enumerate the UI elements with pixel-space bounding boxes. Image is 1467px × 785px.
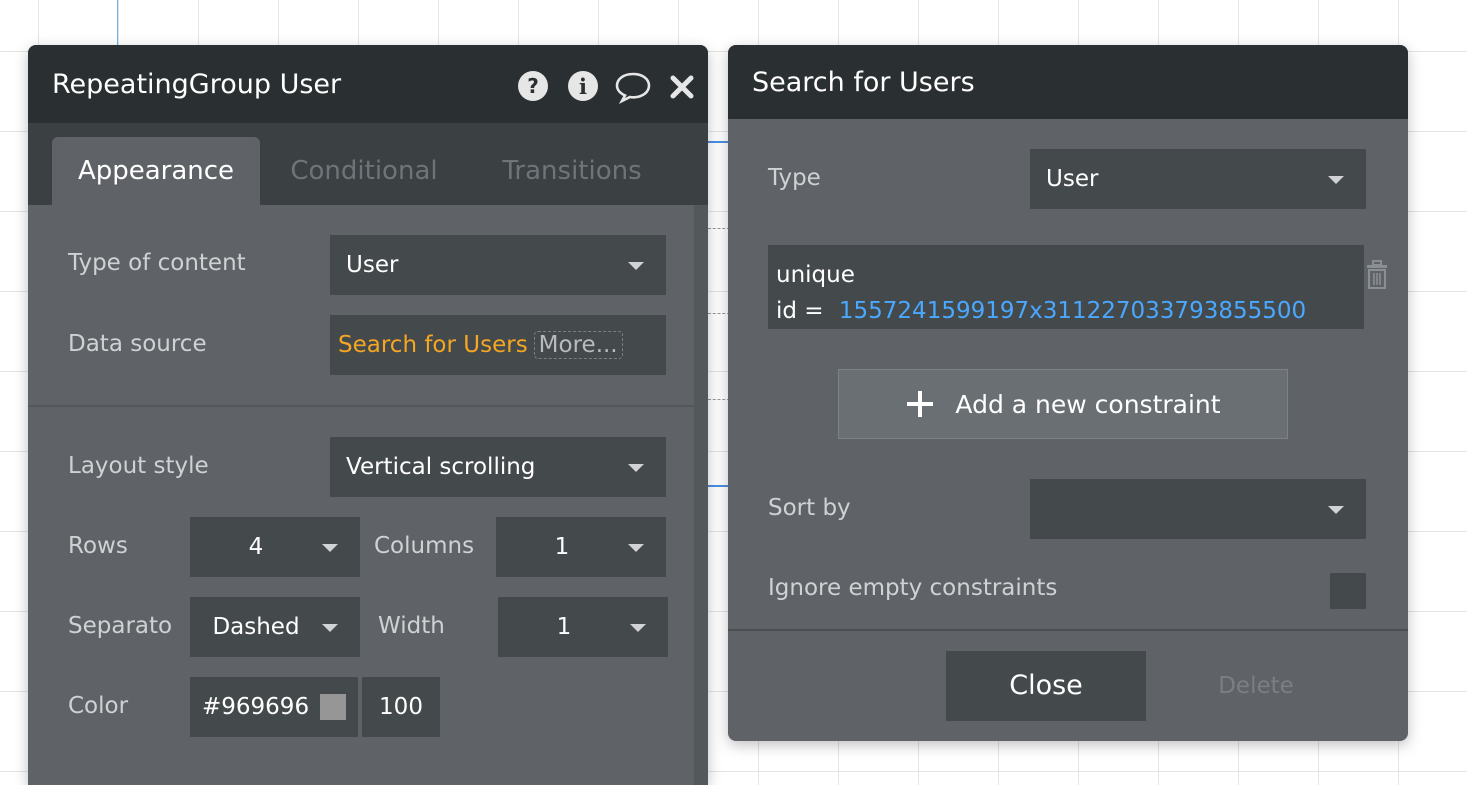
comment-icon[interactable] [614,69,652,105]
separator-dropdown[interactable]: Dashed [190,597,360,657]
color-hex-value: #969696 [202,694,310,720]
question-icon[interactable]: ? [516,69,550,103]
svg-text:?: ? [527,74,539,98]
chevron-down-icon [628,544,644,552]
data-source-expression[interactable]: Search for Users [338,332,528,358]
canvas-dashed-mark [708,228,730,229]
chevron-down-icon [630,624,646,632]
constraint-condition: id = 1557241599197x311227033793855500 [776,293,1356,329]
chevron-down-icon [1328,506,1344,514]
type-of-content-value: User [346,252,399,278]
color-hex-input[interactable]: #969696 [190,677,358,737]
width-dropdown[interactable]: 1 [498,597,668,657]
chevron-down-icon [1328,176,1344,184]
columns-value: 1 [554,534,570,560]
more-button[interactable]: More... [533,331,623,359]
section-divider [28,405,694,407]
panel-title: RepeatingGroup User [52,68,342,100]
close-icon[interactable] [666,71,698,103]
add-constraint-label: Add a new constraint [955,389,1221,419]
width-label: Width [378,613,445,639]
tab-conditional[interactable]: Conditional [280,137,448,205]
constraint-operator[interactable]: id = [776,298,824,324]
ignore-empty-checkbox[interactable] [1330,573,1366,609]
search-editor-header[interactable]: Search for Users [728,45,1408,119]
info-icon[interactable]: i [566,69,600,103]
panel-scrollbar[interactable] [694,205,708,785]
svg-text:i: i [579,74,587,99]
property-tabs: Appearance Conditional Transitions [28,123,708,205]
chevron-down-icon [322,624,338,632]
chevron-down-icon [628,464,644,472]
search-type-value: User [1046,166,1099,192]
search-type-dropdown[interactable]: User [1030,149,1366,209]
canvas-dashed-mark [708,313,730,314]
layout-style-value: Vertical scrolling [346,454,536,480]
search-type-label: Type [768,165,821,191]
ignore-empty-label: Ignore empty constraints [768,575,1058,601]
layout-style-label: Layout style [68,453,209,479]
canvas-guide-line [117,0,118,46]
close-button[interactable]: Close [946,651,1146,721]
rows-label: Rows [68,533,128,559]
rows-value: 4 [248,534,264,560]
delete-button[interactable]: Delete [1186,651,1326,721]
width-value: 1 [556,614,572,640]
separator-value: Dashed [212,614,300,640]
constraint-field[interactable]: unique [776,257,1356,293]
trash-icon[interactable] [1364,259,1390,291]
layout-style-dropdown[interactable]: Vertical scrolling [330,437,666,497]
type-of-content-dropdown[interactable]: User [330,235,666,295]
plus-icon [907,391,934,417]
add-constraint-button[interactable]: Add a new constraint [838,369,1288,439]
property-editor-header[interactable]: RepeatingGroup User ? i [28,45,708,123]
tab-transitions[interactable]: Transitions [488,137,656,205]
sort-by-label: Sort by [768,495,851,521]
color-swatch[interactable] [320,694,346,720]
columns-dropdown[interactable]: 1 [496,517,666,577]
type-of-content-label: Type of content [68,250,246,276]
rows-dropdown[interactable]: 4 [190,517,360,577]
footer-divider [728,629,1408,631]
constraint-row[interactable]: unique id = 1557241599197x31122703379385… [768,245,1364,329]
color-opacity-input[interactable]: 100 [362,677,440,737]
search-title: Search for Users [752,66,975,98]
canvas-dashed-mark [708,399,730,400]
sort-by-dropdown[interactable] [1030,479,1366,539]
canvas-blue-mark [708,141,730,143]
property-editor-panel: RepeatingGroup User ? i Appearance Condi… [28,45,708,785]
data-source-field[interactable]: Search for Users More... [330,315,666,375]
separator-label: Separato [68,613,173,639]
chevron-down-icon [628,262,644,270]
data-source-label: Data source [68,331,207,357]
tab-appearance[interactable]: Appearance [52,137,260,205]
chevron-down-icon [322,544,338,552]
search-editor-panel: Search for Users Type User unique id = 1… [728,45,1408,741]
color-opacity-value: 100 [379,694,423,720]
canvas-blue-mark [708,485,730,487]
columns-label: Columns [374,533,475,559]
constraint-value[interactable]: 1557241599197x311227033793855500 [839,298,1306,324]
color-label: Color [68,693,129,719]
